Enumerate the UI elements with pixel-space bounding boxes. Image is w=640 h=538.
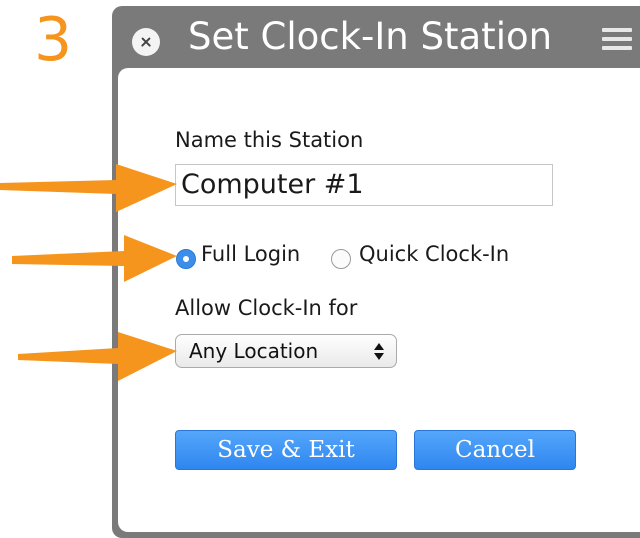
arrow-to-full-login-radio [12,235,177,282]
arrow-to-name-input [0,164,177,212]
annotation-arrows [0,164,177,381]
arrow-to-location-select [18,332,177,381]
